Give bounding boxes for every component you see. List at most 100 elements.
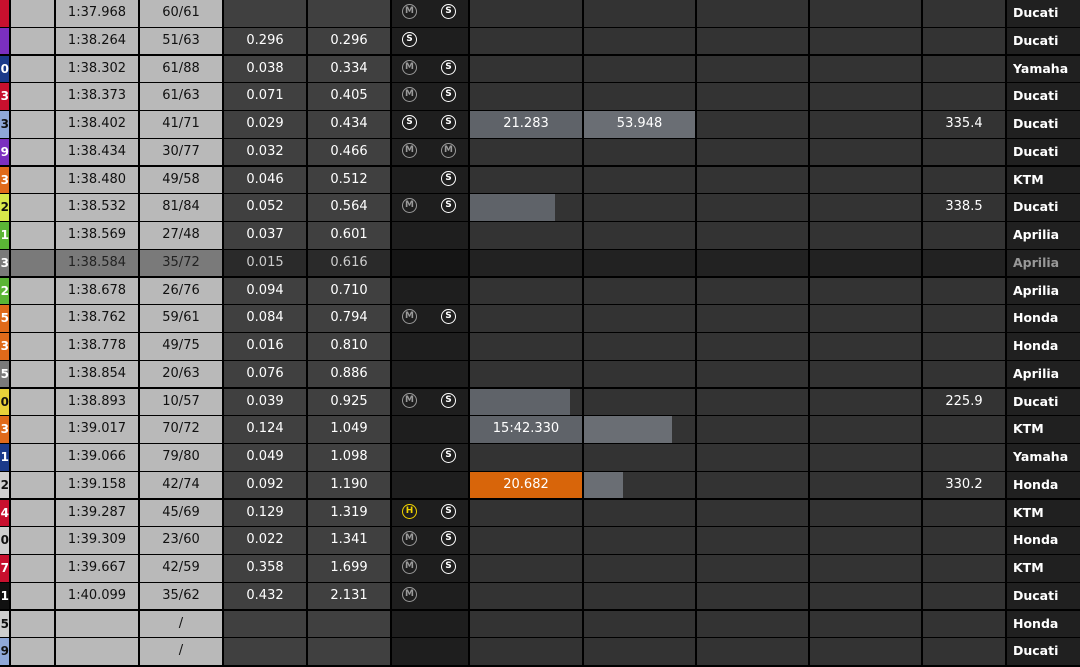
lap-count: 49/75 [140,333,222,360]
best-lap-time: 1:39.309 [56,527,138,554]
gap-to-previous: 0.358 [224,555,306,582]
table-row[interactable]: 2 1:39.158 42/74 0.092 1.190 20.682 330.2 Honda [0,471,1080,499]
table-row[interactable]: 3 1:38.373 61/63 0.071 0.405 M S Ducati [0,83,1080,110]
best-lap-time [56,638,138,665]
table-row[interactable]: 5 1:38.854 20/63 0.076 0.886 Aprilia [0,360,1080,388]
sector-1-time: 15:42.330 [492,421,560,437]
sector-4-cell [810,388,921,415]
sector-4-cell [810,55,921,82]
table-row[interactable]: 1:38.264 51/63 0.296 0.296 S Ducati [0,27,1080,55]
table-row[interactable]: 3 1:38.402 41/71 0.029 0.434 S S 21.283 53.948 33… [0,111,1080,138]
table-row[interactable]: 0 1:38.302 61/88 0.038 0.334 M S Yamaha [0,55,1080,82]
lap-count: 49/58 [140,166,222,193]
top-speed [923,499,1005,526]
rider-number: 3 [0,83,9,110]
rider-number: 5 [0,360,9,388]
sector-2-cell [584,0,695,27]
table-row[interactable]: 0 1:38.893 10/57 0.039 0.925 M S 225.9 Ducati [0,388,1080,415]
sector-4-cell [810,83,921,110]
rider-name-cell [11,610,54,637]
rear-tyre-soft-icon: S [441,198,456,214]
top-speed [923,27,1005,55]
table-row[interactable]: 0 1:39.309 23/60 0.022 1.341 M S Honda [0,527,1080,554]
table-row[interactable]: 9 / Ducati [0,638,1080,665]
sector-1-cell [470,527,582,554]
tyre-cell [392,360,468,388]
table-row[interactable]: 3 1:39.017 70/72 0.124 1.049 15:42.330 KTM [0,416,1080,443]
lap-count: 81/84 [140,194,222,221]
best-lap-time: 1:38.302 [56,55,138,82]
sector-3-cell [697,83,808,110]
sector-2-cell [584,499,695,526]
rider-name-cell [11,111,54,138]
manufacturer: Ducati [1007,83,1080,110]
gap-to-leader: 0.334 [308,55,390,82]
top-speed [923,416,1005,443]
manufacturer: Ducati [1007,388,1080,415]
sector-1-cell [470,582,582,610]
table-row[interactable]: 1 1:39.066 79/80 0.049 1.098 S Yamaha [0,444,1080,471]
gap-to-leader: 0.710 [308,277,390,304]
rear-tyre-soft-icon: S [441,309,456,325]
rider-name-cell [11,83,54,110]
top-speed [923,638,1005,665]
front-tyre-hard-icon: H [402,503,417,519]
top-speed [923,555,1005,582]
gap-to-leader: 1.341 [308,527,390,554]
sector-2-bar: 53.948 [584,111,695,138]
gap-to-previous: 0.039 [224,388,306,415]
sector-1-cell [470,194,582,221]
table-row[interactable]: 1:37.968 60/61 M S Ducati [0,0,1080,27]
table-row[interactable]: 2 1:38.678 26/76 0.094 0.710 Aprilia [0,277,1080,304]
sector-3-cell [697,444,808,471]
sector-2-cell [584,83,695,110]
sector-2-cell [584,277,695,304]
gap-to-leader [308,0,390,27]
rear-tyre-soft-icon: S [441,559,456,574]
table-row[interactable]: 9 1:38.434 30/77 0.032 0.466 M M Ducati [0,138,1080,166]
top-speed: 225.9 [923,388,1005,415]
front-tyre-soft-icon: S [402,115,417,130]
sector-4-cell [810,416,921,443]
rider-name-cell [11,527,54,554]
sector-3-cell [697,555,808,582]
table-row[interactable]: 7 1:39.667 42/59 0.358 1.699 M S KTM [0,555,1080,582]
tyre-cell: MS [392,305,468,332]
top-speed [923,305,1005,332]
sector-2-time: 53.948 [616,116,663,131]
best-lap-time: 1:39.158 [56,471,138,499]
lap-count: 20/63 [140,360,222,388]
sector-2-cell [584,527,695,554]
lap-count: 27/48 [140,222,222,249]
gap-to-previous: 0.129 [224,499,306,526]
sector-4-cell [810,499,921,526]
table-row[interactable]: 3 1:38.584 35/72 0.015 0.616 Aprilia [0,249,1080,277]
sector-1-cell [470,27,582,55]
best-lap-time: 1:40.099 [56,582,138,610]
sector-2-cell [584,416,695,443]
table-row[interactable]: 2 1:38.532 81/84 0.052 0.564 M S 338.5 Ducati [0,194,1080,221]
lap-count: 10/57 [140,388,222,415]
gap-to-leader: 1.699 [308,555,390,582]
gap-to-previous: 0.037 [224,222,306,249]
rider-number: 1 [0,582,9,610]
top-speed: 335.4 [923,111,1005,138]
sector-1-cell: 15:42.330 [470,416,582,443]
tyre-cell: MS [392,0,468,27]
table-row[interactable]: 5 / Honda [0,610,1080,637]
rear-tyre-soft-icon: S [441,115,456,130]
gap-to-previous [224,638,306,665]
tyre-cell: MS [392,527,468,554]
sector-2-cell [584,388,695,415]
table-row[interactable]: 1 1:38.569 27/48 0.037 0.601 Aprilia [0,222,1080,249]
table-row[interactable]: 3 1:38.778 49/75 0.016 0.810 Honda [0,333,1080,360]
sector-4-cell [810,111,921,138]
sector-3-cell [697,499,808,526]
table-row[interactable]: 4 1:39.287 45/69 0.129 1.319 H S KTM [0,499,1080,526]
gap-to-previous: 0.049 [224,444,306,471]
table-row[interactable]: 3 1:38.480 49/58 0.046 0.512 S KTM [0,166,1080,193]
lap-count: 51/63 [140,27,222,55]
front-tyre-medium-icon: M [402,59,417,75]
table-row[interactable]: 1 1:40.099 35/62 0.432 2.131 M Ducati [0,582,1080,610]
table-row[interactable]: 5 1:38.762 59/61 0.084 0.794 M S Honda [0,305,1080,332]
